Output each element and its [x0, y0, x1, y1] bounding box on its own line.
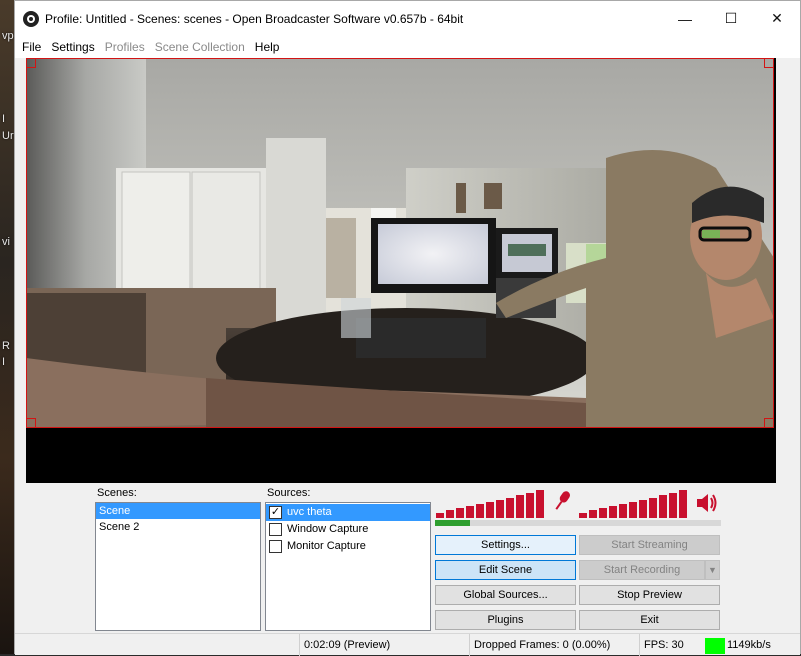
- status-bitrate: 1149kb/s: [727, 639, 771, 651]
- status-indicator: [705, 638, 725, 654]
- mic-volume-meter[interactable]: [434, 487, 580, 529]
- minimize-button[interactable]: —: [662, 1, 708, 36]
- menu-help[interactable]: Help: [250, 40, 285, 54]
- window-title: Profile: Untitled - Scenes: scenes - Ope…: [45, 11, 464, 26]
- source-checkbox[interactable]: [269, 523, 282, 536]
- desktop-volume-meter[interactable]: [577, 487, 723, 529]
- stop-preview-button[interactable]: Stop Preview: [579, 585, 720, 605]
- desktop-text: vi: [2, 236, 10, 248]
- desktop-text: I: [2, 356, 6, 368]
- maximize-button[interactable]: ☐: [708, 1, 754, 36]
- desktop-text: Ur: [2, 130, 14, 142]
- close-button[interactable]: ✕: [754, 1, 800, 36]
- source-checkbox[interactable]: ✓: [269, 506, 282, 519]
- scenes-label: Scenes:: [97, 487, 137, 499]
- menu-settings[interactable]: Settings: [46, 40, 99, 54]
- sources-list[interactable]: ✓ uvc theta Window Capture Monitor Captu…: [265, 502, 431, 631]
- desktop-text: I: [2, 113, 6, 125]
- microphone-icon[interactable]: [550, 489, 574, 515]
- source-label: Window Capture: [287, 523, 369, 535]
- status-time: 0:02:09 (Preview): [299, 634, 469, 656]
- start-recording-button[interactable]: Start Recording: [579, 560, 705, 580]
- status-bar: 0:02:09 (Preview) Dropped Frames: 0 (0.0…: [15, 633, 800, 656]
- scene-item[interactable]: Scene: [96, 503, 260, 519]
- start-streaming-button[interactable]: Start Streaming: [579, 535, 720, 555]
- menu-file[interactable]: File: [17, 40, 46, 54]
- title-bar[interactable]: Profile: Untitled - Scenes: scenes - Ope…: [15, 1, 800, 36]
- global-sources-button[interactable]: Global Sources...: [435, 585, 576, 605]
- obs-window: Profile: Untitled - Scenes: scenes - Ope…: [14, 0, 801, 656]
- menu-profiles[interactable]: Profiles: [100, 40, 150, 54]
- menu-scene-collection[interactable]: Scene Collection: [150, 40, 250, 54]
- source-label: uvc theta: [287, 506, 332, 518]
- source-item[interactable]: Monitor Capture: [266, 538, 430, 555]
- exit-button[interactable]: Exit: [579, 610, 720, 630]
- status-dropped-frames: Dropped Frames: 0 (0.00%): [469, 634, 639, 656]
- speaker-icon[interactable]: [695, 491, 719, 515]
- source-item[interactable]: Window Capture: [266, 521, 430, 538]
- scenes-list[interactable]: Scene Scene 2: [95, 502, 261, 631]
- window-controls: — ☐ ✕: [662, 1, 800, 36]
- video-preview: [26, 58, 774, 428]
- source-checkbox[interactable]: [269, 540, 282, 553]
- recording-options-dropdown[interactable]: ▼: [705, 560, 720, 580]
- settings-button[interactable]: Settings...: [435, 535, 576, 555]
- source-label: Monitor Capture: [287, 540, 366, 552]
- obs-app-icon: [23, 10, 39, 27]
- desktop-text: R: [2, 340, 10, 352]
- edit-scene-button[interactable]: Edit Scene: [435, 560, 576, 580]
- sources-label: Sources:: [267, 487, 311, 499]
- plugins-button[interactable]: Plugins: [435, 610, 576, 630]
- source-item[interactable]: ✓ uvc theta: [266, 504, 430, 521]
- preview-area[interactable]: [26, 58, 776, 483]
- menu-bar: File Settings Profiles Scene Collection …: [15, 36, 800, 58]
- scene-item[interactable]: Scene 2: [96, 519, 260, 535]
- status-fps: FPS: 30: [639, 634, 701, 656]
- desktop-text: vp: [2, 30, 14, 42]
- camera-feed-image: [26, 58, 774, 428]
